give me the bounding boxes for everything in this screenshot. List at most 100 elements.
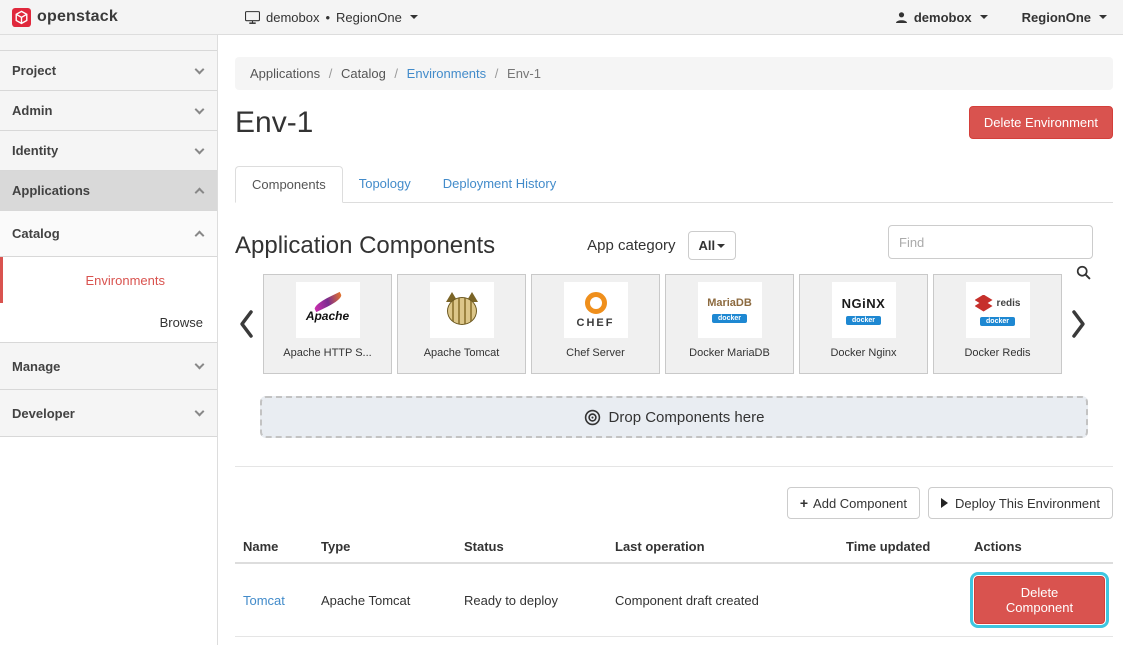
sidebar-spacer — [0, 35, 217, 51]
logo-text: redis — [997, 298, 1021, 309]
chevron-down-icon — [195, 64, 205, 74]
component-cards: Apache Apache HTTP S... Apache Tomcat — [263, 274, 1062, 374]
components-panel: Application Components App category All — [235, 203, 1113, 645]
section-divider — [235, 466, 1113, 467]
category-dropdown[interactable]: All — [688, 231, 737, 260]
tab-components[interactable]: Components — [235, 166, 343, 203]
card-label: Apache HTTP S... — [283, 347, 371, 359]
deploy-environment-button[interactable]: Deploy This Environment — [928, 487, 1113, 519]
sidebar-item-browse[interactable]: Browse — [0, 303, 217, 343]
col-status: Status — [456, 531, 607, 563]
sidebar-item-label: Developer — [12, 406, 75, 421]
redis-cubes-icon — [975, 295, 993, 312]
project-region-selector[interactable]: demobox • RegionOne — [245, 10, 418, 25]
drop-components-zone[interactable]: Drop Components here — [260, 396, 1088, 438]
component-card-chef-server[interactable]: CHEF Chef Server — [531, 274, 660, 374]
sidebar-item-label: Identity — [12, 143, 58, 158]
user-icon — [895, 11, 908, 24]
header-right: demobox RegionOne — [895, 10, 1123, 25]
delete-environment-button[interactable]: Delete Environment — [969, 106, 1113, 139]
breadcrumb-separator: / — [394, 66, 398, 81]
breadcrumb-applications[interactable]: Applications — [250, 66, 320, 81]
find-wrap — [888, 225, 1093, 259]
user-menu[interactable]: demobox — [895, 10, 988, 25]
context-project: demobox — [266, 10, 319, 25]
components-table: Name Type Status Last operation Time upd… — [235, 531, 1113, 637]
delete-component-button[interactable]: Delete Component — [974, 576, 1105, 624]
component-card-docker-mariadb[interactable]: MariaDB docker Docker MariaDB — [665, 274, 794, 374]
region-menu-label: RegionOne — [1022, 10, 1091, 25]
logo-text: MariaDB — [707, 297, 752, 309]
user-menu-label: demobox — [914, 10, 972, 25]
col-name: Name — [235, 531, 313, 563]
breadcrumb-separator: / — [495, 66, 499, 81]
drop-zone-label: Drop Components here — [609, 409, 765, 426]
highlight-box: Delete Component — [974, 576, 1105, 624]
component-name-link[interactable]: Tomcat — [243, 593, 285, 608]
redis-logo: redis docker — [966, 282, 1030, 338]
sidebar-item-project[interactable]: Project — [0, 51, 217, 91]
nginx-logo: NGiNX docker — [832, 282, 896, 338]
docker-badge: docker — [846, 316, 881, 325]
target-icon — [584, 409, 601, 426]
openstack-cube-icon — [12, 8, 31, 27]
component-last-operation: Component draft created — [607, 563, 838, 637]
table-row: Tomcat Apache Tomcat Ready to deploy Com… — [235, 563, 1113, 637]
openstack-logo[interactable]: openstack — [0, 8, 218, 27]
component-card-docker-nginx[interactable]: NGiNX docker Docker Nginx — [799, 274, 928, 374]
breadcrumb-catalog[interactable]: Catalog — [341, 66, 386, 81]
breadcrumb-current: Env-1 — [507, 66, 541, 81]
sidebar-item-developer[interactable]: Developer — [0, 390, 217, 437]
sidebar-item-applications[interactable]: Applications — [0, 171, 217, 211]
tomcat-logo — [430, 282, 494, 338]
chevron-up-icon — [195, 188, 205, 198]
col-last-operation: Last operation — [607, 531, 838, 563]
sidebar-item-label: Browse — [160, 315, 203, 330]
chevron-right-icon — [1071, 308, 1087, 340]
chevron-down-icon — [1099, 15, 1107, 19]
chevron-left-icon — [238, 308, 254, 340]
col-actions: Actions — [966, 531, 1113, 563]
sidebar-item-manage[interactable]: Manage — [0, 343, 217, 390]
find-input[interactable] — [888, 225, 1093, 259]
card-label: Docker Nginx — [830, 347, 896, 359]
col-type: Type — [313, 531, 456, 563]
sidebar-item-label: Manage — [12, 359, 60, 374]
sidebar-item-label: Admin — [12, 103, 52, 118]
chevron-down-icon — [195, 360, 205, 370]
chevron-up-icon — [195, 231, 205, 241]
component-card-docker-redis[interactable]: redis docker Docker Redis — [933, 274, 1062, 374]
title-row: Env-1 Delete Environment — [235, 106, 1113, 140]
sidebar-nav: Project Admin Identity Applications Cata… — [0, 35, 218, 645]
sidebar-item-admin[interactable]: Admin — [0, 91, 217, 131]
chevron-down-icon — [195, 104, 205, 114]
region-menu[interactable]: RegionOne — [1022, 10, 1107, 25]
carousel-next-button[interactable] — [1068, 308, 1090, 340]
add-component-button[interactable]: + Add Component — [787, 487, 920, 519]
chevron-down-icon — [195, 144, 205, 154]
category-value: All — [699, 238, 716, 253]
chevron-down-icon — [410, 15, 418, 19]
sidebar-item-catalog[interactable]: Catalog — [0, 211, 217, 257]
top-header: openstack demobox • RegionOne demobox — [0, 0, 1123, 35]
carousel-prev-button[interactable] — [235, 308, 257, 340]
add-component-label: Add Component — [813, 496, 907, 511]
sidebar-item-identity[interactable]: Identity — [0, 131, 217, 171]
search-icon[interactable] — [1076, 265, 1091, 280]
mariadb-logo: MariaDB docker — [698, 282, 762, 338]
logo-text: CHEF — [577, 317, 615, 329]
chef-logo: CHEF — [564, 282, 628, 338]
docker-badge: docker — [980, 317, 1015, 326]
table-footer: Displaying 1 item — [235, 637, 1113, 645]
chef-ring-icon — [585, 292, 607, 314]
sidebar-item-environments[interactable]: Environments — [0, 257, 217, 303]
tab-deployment-history[interactable]: Deployment History — [427, 166, 572, 203]
docker-badge: docker — [712, 314, 747, 323]
breadcrumb-environments[interactable]: Environments — [407, 66, 486, 81]
chevron-down-icon — [195, 407, 205, 417]
tab-topology[interactable]: Topology — [343, 166, 427, 203]
page-title: Env-1 — [235, 106, 313, 140]
component-card-apache-httpd[interactable]: Apache Apache HTTP S... — [263, 274, 392, 374]
monitor-icon — [245, 11, 260, 24]
component-card-apache-tomcat[interactable]: Apache Tomcat — [397, 274, 526, 374]
